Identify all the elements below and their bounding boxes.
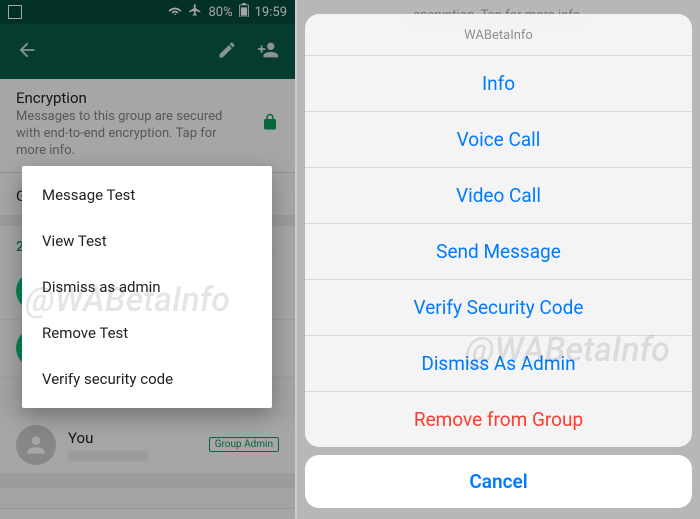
sheet-cancel-button[interactable]: Cancel bbox=[305, 455, 692, 508]
menu-item-remove[interactable]: Remove Test bbox=[22, 310, 272, 356]
action-sheet: WABetaInfo Info Voice Call Video Call Se… bbox=[305, 14, 692, 511]
context-menu: Message Test View Test Dismiss as admin … bbox=[22, 166, 272, 408]
menu-item-verify-code[interactable]: Verify security code bbox=[22, 356, 272, 402]
ios-screenshot: encryption. Tap for more info. Clear Cha… bbox=[297, 0, 700, 519]
menu-item-view[interactable]: View Test bbox=[22, 218, 272, 264]
sheet-option-voice-call[interactable]: Voice Call bbox=[305, 112, 692, 168]
sheet-option-remove-group[interactable]: Remove from Group bbox=[305, 392, 692, 447]
sheet-option-verify-code[interactable]: Verify Security Code bbox=[305, 280, 692, 336]
android-screenshot: 80% 19:59 Encryption Messages to this gr… bbox=[0, 0, 297, 519]
sheet-option-video-call[interactable]: Video Call bbox=[305, 168, 692, 224]
sheet-title: WABetaInfo bbox=[305, 14, 692, 56]
sheet-option-dismiss-admin[interactable]: Dismiss As Admin bbox=[305, 336, 692, 392]
action-sheet-group: WABetaInfo Info Voice Call Video Call Se… bbox=[305, 14, 692, 447]
sheet-option-info[interactable]: Info bbox=[305, 56, 692, 112]
menu-item-dismiss-admin[interactable]: Dismiss as admin bbox=[22, 264, 272, 310]
menu-item-message[interactable]: Message Test bbox=[22, 172, 272, 218]
sheet-option-send-message[interactable]: Send Message bbox=[305, 224, 692, 280]
